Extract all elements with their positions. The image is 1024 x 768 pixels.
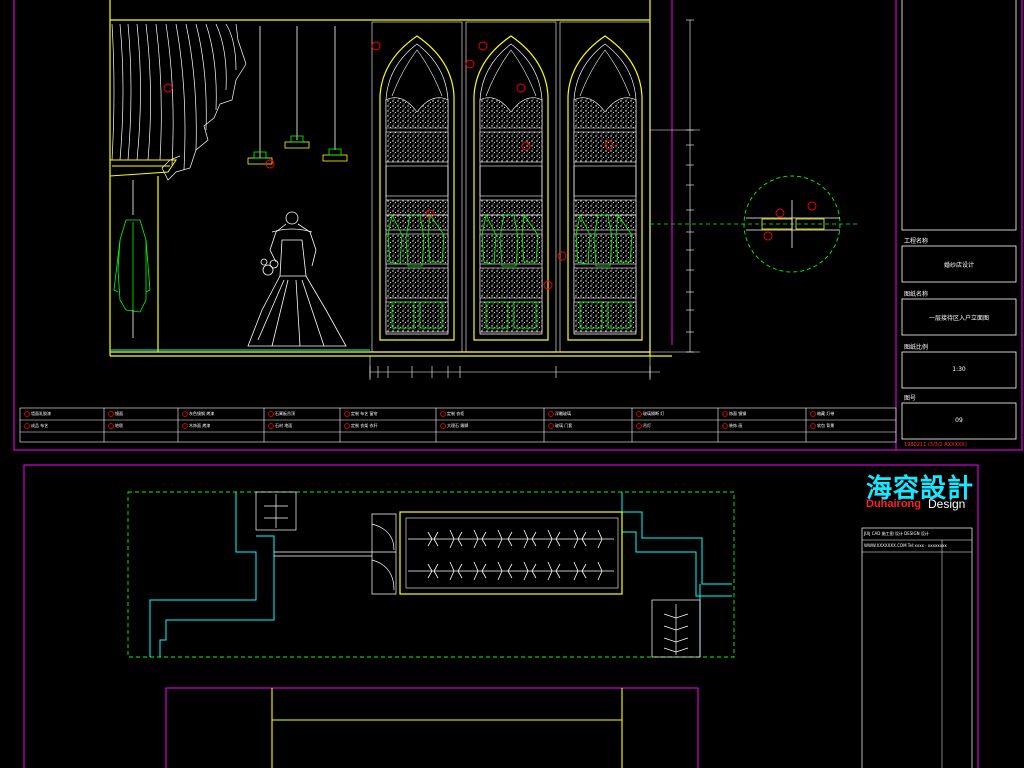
drawing-number-label: 图号 — [904, 395, 917, 402]
cad-drawing-canvas — [13, 0, 1023, 768]
legend-cell: 玻璃隔断 灯 — [643, 411, 665, 416]
logo-contact-line-2: WWW.XXXXXXX.COM Tel:xxxx - xxxxxxxx — [864, 543, 947, 548]
legend-cell: 定制 布艺 窗帘 — [351, 411, 378, 416]
project-name-label: 工程名称 — [904, 238, 929, 245]
legend-cell: 吊灯 — [643, 423, 651, 428]
legend-cell: 暗藏 灯带 — [817, 411, 835, 416]
project-name-value: 婚纱店设计 — [943, 262, 974, 269]
legend-cell: 定制 衣架 衣杆 — [351, 423, 378, 428]
bride-figure — [247, 211, 347, 347]
legend-cell: 玻璃 门套 — [555, 423, 573, 428]
legend-cell: 装饰 画 — [729, 423, 743, 428]
legend-cell: 定制 衣柜 — [447, 411, 465, 416]
legend-cell: 木饰面 烤漆 — [189, 423, 211, 428]
hanging-garments-plan — [408, 529, 689, 653]
title-block-footer: 1980211 (3/3/2 AXXXXX) — [904, 442, 967, 448]
gothic-window — [465, 21, 557, 353]
legend-cell: 墙面乳胶漆 — [31, 411, 51, 416]
pendant-lights — [247, 26, 348, 165]
plan-walls — [149, 492, 732, 657]
hanging-coat — [113, 219, 151, 338]
lower-plan-outline — [271, 688, 623, 768]
gothic-window — [371, 21, 463, 353]
scale-label: 图纸比例 — [904, 344, 929, 351]
plan-fixtures — [255, 491, 701, 658]
drawing-name-value: 一层接待区入户立面图 — [928, 315, 989, 322]
legend-cell: 石材 地面 — [275, 423, 293, 428]
legend-cell: 灰色镜钢 烤漆 — [189, 411, 215, 416]
legend-cell: 镜面 — [115, 411, 123, 416]
lower-sheet-frame — [23, 464, 979, 768]
curtain — [111, 23, 247, 181]
drawing-name-label: 图纸名称 — [904, 291, 929, 298]
legend-cell: 浮雕玻璃 — [555, 411, 571, 416]
legend-cell: 软包 背景 — [817, 423, 835, 428]
horizontal-dimension-line — [369, 356, 660, 380]
gothic-window-group — [371, 21, 651, 353]
vertical-dimension-line — [650, 19, 700, 353]
wardrobe-rack — [399, 511, 623, 595]
scale-value: 1:30 — [952, 366, 966, 373]
plan-dashed-boundary — [127, 491, 735, 658]
legend-cell: 成品 布艺 — [31, 423, 49, 428]
legend-cell: 大理石 踢脚 — [447, 423, 469, 428]
legend-cell: 石膏板吊顶 — [275, 411, 295, 416]
gothic-window — [559, 21, 651, 353]
logo-suffix: Design — [928, 497, 966, 511]
title-block — [901, 0, 1017, 440]
lower-plan-frame — [165, 687, 699, 768]
lower-title-block — [861, 527, 973, 768]
logo-brand: Duhairong — [866, 498, 921, 510]
logo-contact-line-1: JUIJ CAD 施工图 设计 DESIGN 设计 — [864, 531, 929, 536]
drawing-number-value: 09 — [955, 417, 963, 424]
legend-cell: 地毯 — [115, 423, 123, 428]
legend-cell: 饰面 镜钢 — [729, 411, 747, 416]
curtain-valance — [109, 159, 177, 177]
